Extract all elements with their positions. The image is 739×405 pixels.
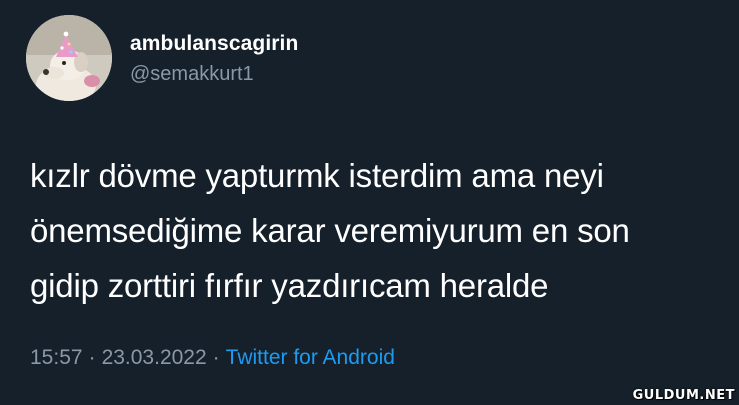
display-name[interactable]: ambulanscagirin [130,32,298,56]
tweet-text: kızlr dövme yapturmk isterdim ama neyi ö… [30,148,720,313]
meta-separator: · [212,346,220,369]
meta-separator: · [88,346,96,369]
tweet-card: ambulanscagirin @semakkurt1 kızlr dövme … [0,0,739,405]
tweet-date[interactable]: 23.03.2022 [102,346,207,369]
tweet-text-line: önemsediğime karar veremiyurum en son [30,212,630,249]
user-avatar[interactable] [26,15,112,101]
dog-avatar-icon [26,15,112,101]
tweet-time[interactable]: 15:57 [30,346,83,369]
tweet-source-link[interactable]: Twitter for Android [226,346,395,369]
user-handle[interactable]: @semakkurt1 [130,63,254,86]
site-watermark: GULDUM.NET [632,388,735,403]
tweet-text-line: gidip zorttiri fırfır yazdırıcam heralde [30,267,549,304]
tweet-meta: 15:57 · 23.03.2022 · Twitter for Android [30,346,395,370]
tweet-text-line: kızlr dövme yapturmk isterdim ama neyi [30,157,604,194]
